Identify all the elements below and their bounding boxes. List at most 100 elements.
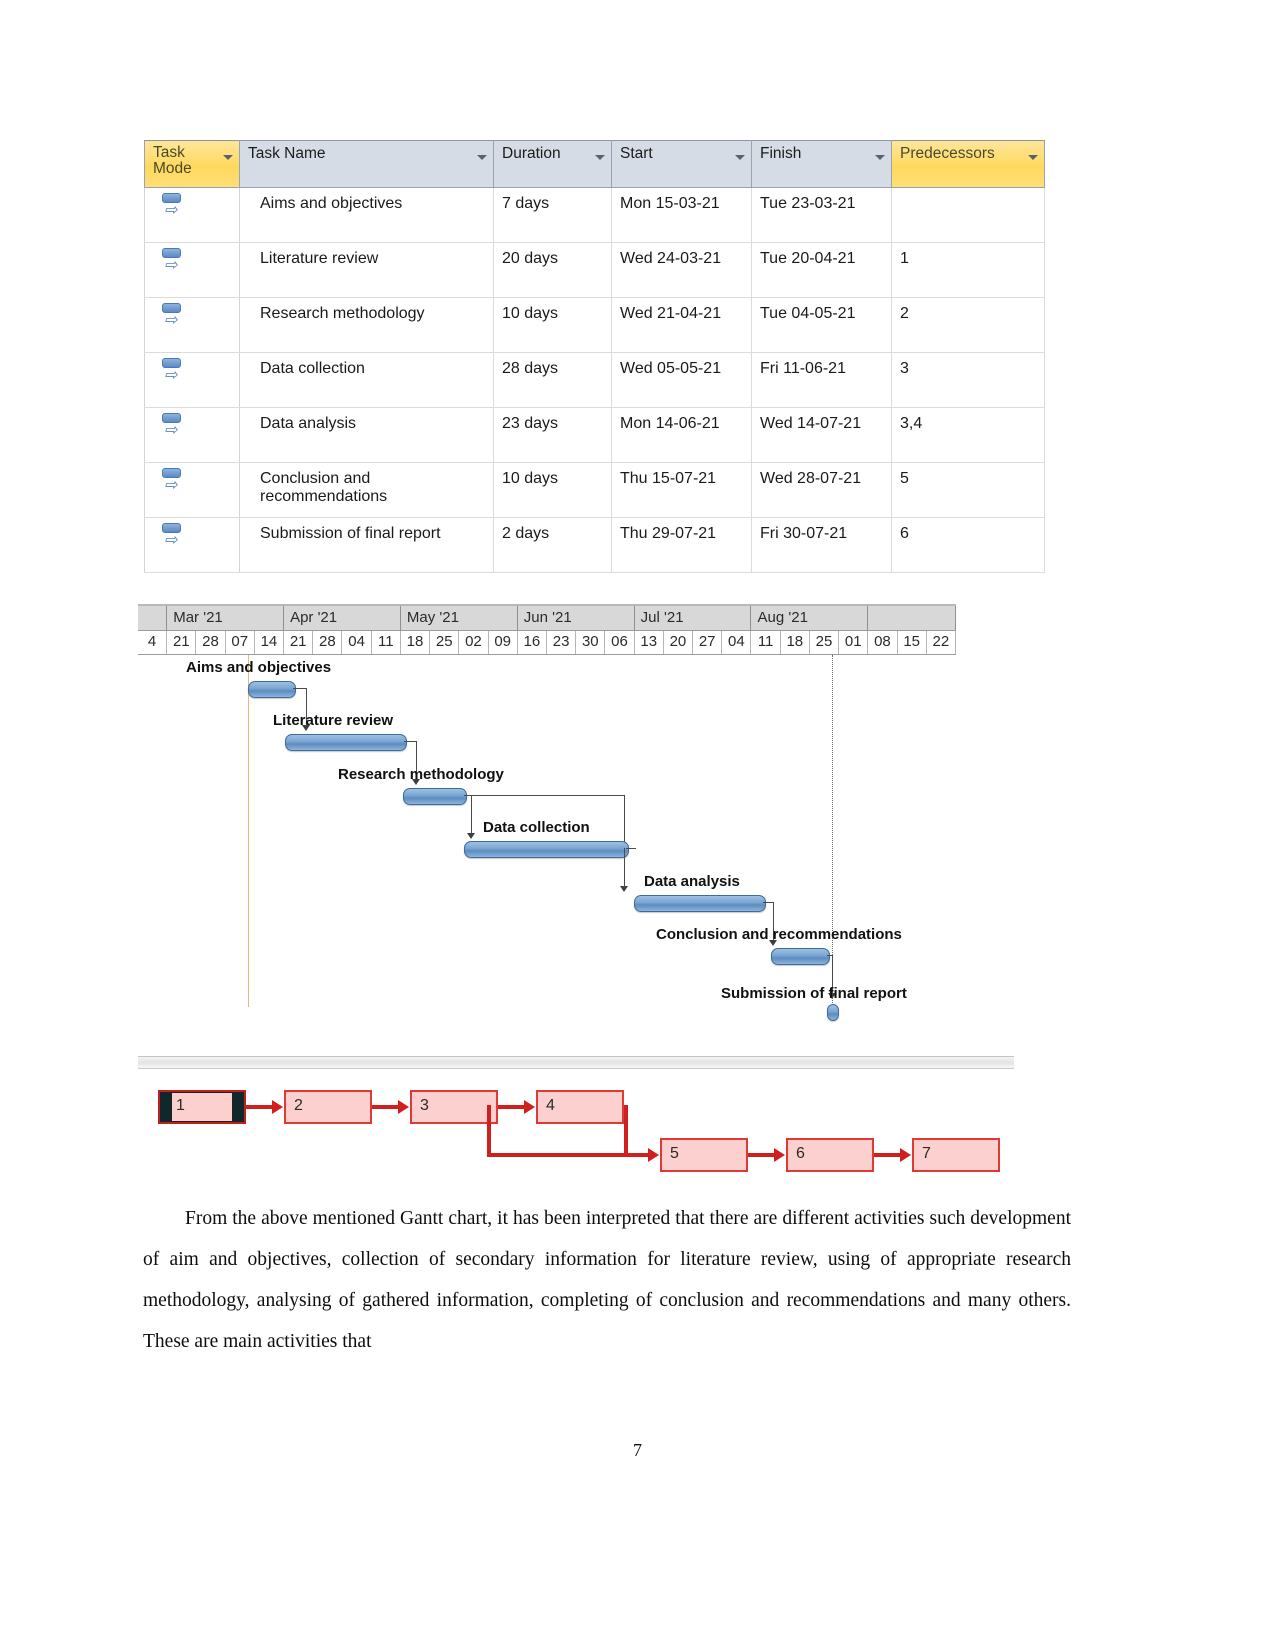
gantt-timescale-day: 16 — [517, 631, 547, 654]
task-name-cell[interactable]: Research methodology — [239, 297, 494, 353]
task-predecessors-cell[interactable]: 6 — [891, 517, 1045, 573]
network-node-label: 3 — [420, 1097, 429, 1114]
table-row[interactable]: Submission of final report 2 days Thu 29… — [144, 517, 1045, 573]
network-node-label: 7 — [922, 1145, 931, 1162]
network-node[interactable]: 2 — [284, 1090, 372, 1124]
gantt-bar[interactable] — [464, 841, 629, 858]
task-predecessors-cell[interactable]: 3 — [891, 352, 1045, 408]
task-start-cell[interactable]: Thu 15-07-21 — [611, 462, 752, 518]
column-header-task-mode[interactable]: Task Mode — [144, 140, 240, 188]
gantt-timescale-months: Mar '21 Apr '21 May '21 Jun '21 Jul '21 Aug '… — [138, 606, 956, 631]
task-duration-cell[interactable]: 2 days — [493, 517, 612, 573]
task-mode-cell[interactable] — [144, 407, 240, 463]
column-header-finish[interactable]: Finish — [751, 140, 892, 188]
gantt-timescale-day: 28 — [196, 631, 226, 654]
task-mode-cell[interactable] — [144, 462, 240, 518]
network-arrow-icon — [524, 1100, 535, 1114]
task-finish-cell[interactable]: Fri 11-06-21 — [751, 352, 892, 408]
task-mode-cell[interactable] — [144, 297, 240, 353]
task-start-cell[interactable]: Wed 05-05-21 — [611, 352, 752, 408]
task-finish-cell[interactable]: Tue 20-04-21 — [751, 242, 892, 298]
document-page: Task Mode Task Name Duration Start Finis… — [0, 0, 1275, 1651]
gantt-bar[interactable] — [634, 895, 766, 912]
gantt-bar[interactable] — [827, 1004, 839, 1021]
task-predecessors-cell[interactable]: 3,4 — [891, 407, 1045, 463]
task-table: Task Mode Task Name Duration Start Finis… — [144, 140, 1045, 573]
task-finish-cell[interactable]: Tue 23-03-21 — [751, 187, 892, 243]
body-paragraph: From the above mentioned Gantt chart, it… — [143, 1208, 1071, 1352]
column-header-start[interactable]: Start — [611, 140, 752, 188]
manually-scheduled-icon — [161, 303, 183, 329]
network-node-label: 1 — [176, 1097, 185, 1114]
filter-chevron-down-icon[interactable] — [735, 155, 745, 160]
table-row[interactable]: Conclusion and recommendations 10 days T… — [144, 462, 1045, 518]
network-node[interactable]: 3 — [410, 1090, 498, 1124]
gantt-timescale-day: 21 — [284, 631, 314, 654]
task-start-cell[interactable]: Thu 29-07-21 — [611, 517, 752, 573]
task-mode-cell[interactable] — [144, 352, 240, 408]
gantt-timescale-day: 11 — [371, 631, 401, 654]
task-name-cell[interactable]: Data analysis — [239, 407, 494, 463]
task-mode-cell[interactable] — [144, 187, 240, 243]
column-header-task-name[interactable]: Task Name — [239, 140, 494, 188]
task-name-cell[interactable]: Submission of final report — [239, 517, 494, 573]
gantt-horizontal-scrollbar[interactable] — [138, 1056, 1014, 1069]
task-predecessors-cell[interactable]: 2 — [891, 297, 1045, 353]
network-node[interactable]: 5 — [660, 1138, 748, 1172]
table-row[interactable]: Data analysis 23 days Mon 14-06-21 Wed 1… — [144, 407, 1045, 463]
table-row[interactable]: Research methodology 10 days Wed 21-04-2… — [144, 297, 1045, 353]
column-header-predecessors[interactable]: Predecessors — [891, 140, 1045, 188]
network-node-selected[interactable]: 1 — [158, 1090, 246, 1124]
table-row[interactable]: Data collection 28 days Wed 05-05-21 Fri… — [144, 352, 1045, 408]
table-row[interactable]: Aims and objectives 7 days Mon 15-03-21 … — [144, 187, 1045, 243]
task-name-cell[interactable]: Aims and objectives — [239, 187, 494, 243]
gantt-timescale-day: 15 — [897, 631, 927, 654]
filter-chevron-down-icon[interactable] — [595, 155, 605, 160]
gantt-timescale-day: 02 — [459, 631, 489, 654]
gantt-timescale-day: 09 — [488, 631, 518, 654]
network-node[interactable]: 7 — [912, 1138, 1000, 1172]
filter-chevron-down-icon[interactable] — [223, 155, 233, 160]
task-finish-cell[interactable]: Wed 28-07-21 — [751, 462, 892, 518]
gantt-bar[interactable] — [248, 681, 296, 698]
column-header-duration[interactable]: Duration — [493, 140, 612, 188]
task-duration-cell[interactable]: 28 days — [493, 352, 612, 408]
table-row[interactable]: Literature review 20 days Wed 24-03-21 T… — [144, 242, 1045, 298]
gantt-bar[interactable] — [771, 948, 830, 965]
task-predecessors-cell[interactable]: 5 — [891, 462, 1045, 518]
network-node[interactable]: 4 — [536, 1090, 624, 1124]
network-node-label: 5 — [670, 1145, 679, 1162]
task-start-cell[interactable]: Wed 21-04-21 — [611, 297, 752, 353]
task-start-cell[interactable]: Mon 14-06-21 — [611, 407, 752, 463]
network-arrow-icon — [648, 1148, 659, 1162]
filter-chevron-down-icon[interactable] — [1028, 155, 1038, 160]
task-duration-cell[interactable]: 10 days — [493, 462, 612, 518]
task-mode-cell[interactable] — [144, 242, 240, 298]
task-finish-cell[interactable]: Wed 14-07-21 — [751, 407, 892, 463]
filter-chevron-down-icon[interactable] — [875, 155, 885, 160]
task-duration-cell[interactable]: 20 days — [493, 242, 612, 298]
task-start-cell[interactable]: Mon 15-03-21 — [611, 187, 752, 243]
task-name-cell[interactable]: Conclusion and recommendations — [239, 462, 494, 518]
gantt-link — [293, 688, 307, 689]
task-predecessors-cell[interactable]: 1 — [891, 242, 1045, 298]
task-finish-cell[interactable]: Fri 30-07-21 — [751, 517, 892, 573]
gantt-bar[interactable] — [403, 788, 467, 805]
task-start-cell[interactable]: Wed 24-03-21 — [611, 242, 752, 298]
network-node[interactable]: 6 — [786, 1138, 874, 1172]
task-finish-cell[interactable]: Tue 04-05-21 — [751, 297, 892, 353]
task-duration-cell[interactable]: 7 days — [493, 187, 612, 243]
task-mode-cell[interactable] — [144, 517, 240, 573]
task-predecessors-cell[interactable] — [891, 187, 1045, 243]
gantt-bar[interactable] — [285, 734, 407, 751]
gantt-timescale-day: 30 — [576, 631, 606, 654]
task-duration-cell[interactable]: 23 days — [493, 407, 612, 463]
task-duration-cell[interactable]: 10 days — [493, 297, 612, 353]
gantt-timescale-month: Apr '21 — [284, 606, 401, 630]
task-name-cell[interactable]: Data collection — [239, 352, 494, 408]
gantt-plot-area: Aims and objectives Literature review Re… — [138, 655, 956, 1060]
gantt-timescale-day: 06 — [605, 631, 635, 654]
network-node-label: 4 — [546, 1097, 555, 1114]
task-name-cell[interactable]: Literature review — [239, 242, 494, 298]
filter-chevron-down-icon[interactable] — [477, 155, 487, 160]
